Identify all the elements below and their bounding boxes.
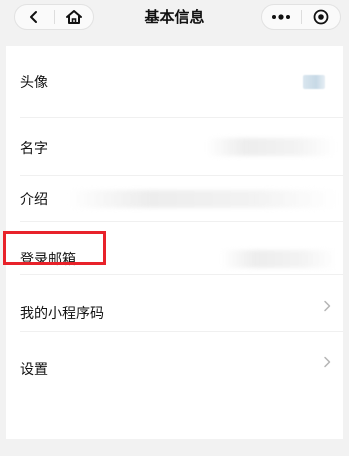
row-label-settings: 设置 (20, 362, 48, 378)
highlight-annotation (3, 231, 106, 265)
row-settings[interactable]: 设置 (6, 332, 343, 388)
navigation-bar: 基本信息 (0, 0, 349, 38)
target-close-icon (313, 9, 329, 25)
name-value-blurred (206, 138, 336, 156)
intro-value-blurred (68, 190, 338, 208)
row-miniprogram-code[interactable]: 我的小程序码 (6, 275, 343, 331)
row-label-avatar: 头像 (20, 74, 48, 91)
row-label-miniprogram-code: 我的小程序码 (20, 306, 104, 322)
more-button[interactable] (262, 5, 301, 29)
chevron-right-icon (324, 356, 331, 368)
row-avatar[interactable]: 头像 (6, 46, 343, 117)
close-miniprogram-button[interactable] (302, 5, 341, 29)
row-label-intro: 介绍 (20, 191, 48, 208)
chevron-right-icon (324, 300, 331, 312)
nav-right-capsule (261, 4, 341, 30)
email-value-blurred (221, 250, 336, 268)
row-name[interactable]: 名字 (6, 118, 343, 175)
more-dots-icon (272, 14, 291, 20)
row-label-name: 名字 (20, 140, 48, 157)
row-intro[interactable]: 介绍 (6, 176, 343, 221)
bottom-spacer (0, 439, 349, 456)
avatar[interactable] (303, 75, 325, 89)
